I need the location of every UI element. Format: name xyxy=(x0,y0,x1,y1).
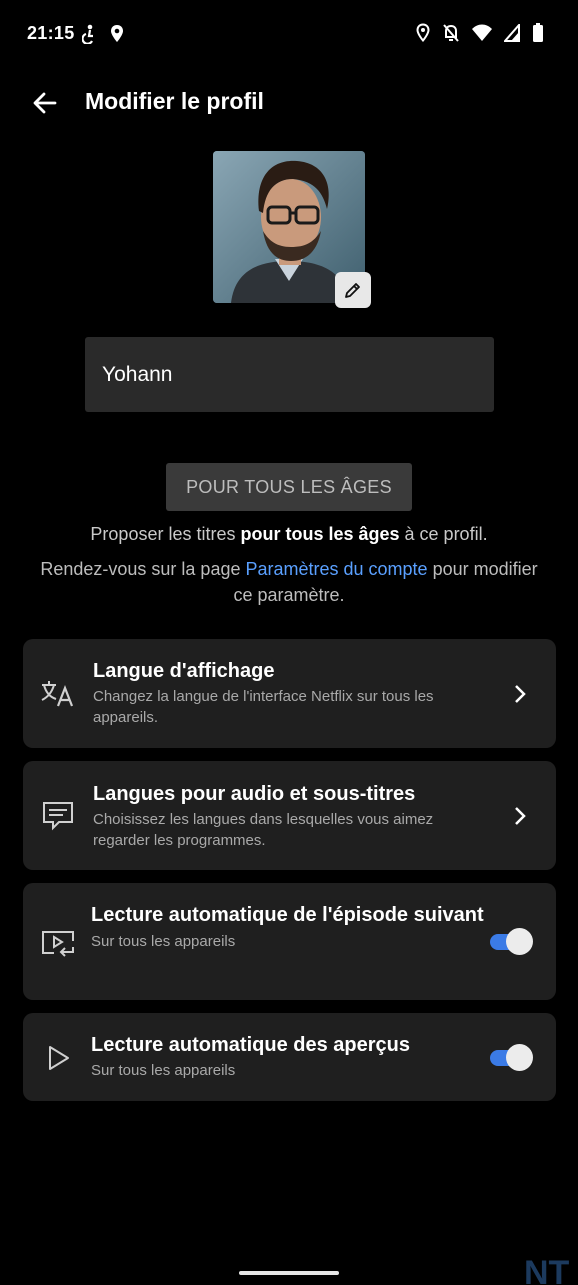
signal-icon xyxy=(504,24,520,42)
pencil-icon xyxy=(345,283,360,298)
battery-icon xyxy=(532,23,544,43)
edit-avatar-button[interactable] xyxy=(335,272,371,308)
setting-subtitle: Changez la langue de l'interface Netflix… xyxy=(93,688,434,726)
wifi-icon xyxy=(472,24,492,42)
notifications-off-icon xyxy=(442,23,460,43)
display-language-card[interactable]: Langue d'affichage Changez la langue de … xyxy=(23,639,556,748)
maturity-rating-button[interactable]: POUR TOUS LES ÂGES xyxy=(166,463,412,511)
autoplay-next-episode-toggle[interactable] xyxy=(488,928,534,956)
location-pin-icon xyxy=(110,24,124,44)
play-icon xyxy=(40,1040,76,1076)
setting-title: Langues pour audio et sous-titres xyxy=(93,783,416,805)
setting-title: Lecture automatique des aperçus xyxy=(91,1034,410,1056)
status-bar: 21:15 xyxy=(0,0,578,68)
location-icon xyxy=(416,23,430,43)
setting-subtitle: Sur tous les appareils xyxy=(91,1062,236,1079)
home-indicator[interactable] xyxy=(239,1271,339,1275)
translate-icon xyxy=(40,676,76,712)
status-time: 21:15 xyxy=(27,23,75,43)
svg-text:NT: NT xyxy=(524,1254,570,1285)
back-button[interactable] xyxy=(30,88,60,118)
setting-title: Lecture automatique de l'épisode suivant xyxy=(91,904,484,926)
chevron-right-icon xyxy=(515,807,526,825)
maturity-description: Proposer les titres pour tous les âges à… xyxy=(90,524,488,544)
autoplay-previews-card: Lecture automatique des aperçus Sur tous… xyxy=(23,1013,556,1101)
setting-title: Langue d'affichage xyxy=(93,660,275,682)
chevron-right-icon xyxy=(515,685,526,703)
profile-name-input[interactable] xyxy=(85,337,494,412)
setting-subtitle: Sur tous les appareils xyxy=(91,933,236,950)
accessibility-icon xyxy=(82,24,96,44)
subtitles-icon xyxy=(40,798,76,834)
watermark-logo: NT xyxy=(524,1254,570,1285)
autoplay-next-episode-card: Lecture automatique de l'épisode suivant… xyxy=(23,883,556,1000)
setting-subtitle: Choisissez les langues dans lesquelles v… xyxy=(93,811,434,849)
autoplay-previews-toggle[interactable] xyxy=(488,1044,534,1072)
app-header: Modifier le profil xyxy=(0,84,578,124)
arrow-left-icon xyxy=(33,92,57,114)
page-title: Modifier le profil xyxy=(85,88,264,114)
account-settings-note: Rendez-vous sur la page Paramètres du co… xyxy=(40,559,538,605)
next-episode-icon xyxy=(40,925,76,961)
account-settings-link[interactable]: Paramètres du compte xyxy=(245,559,427,579)
audio-subtitle-language-card[interactable]: Langues pour audio et sous-titres Choisi… xyxy=(23,761,556,870)
